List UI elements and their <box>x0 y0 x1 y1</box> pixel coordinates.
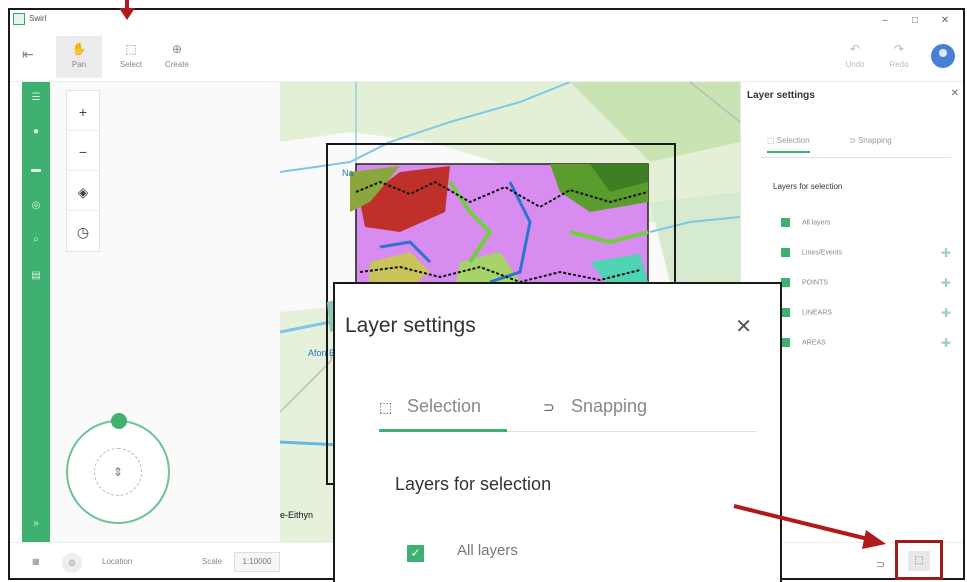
compass-north-handle[interactable] <box>111 413 127 429</box>
callout-tab-selection-label: Selection <box>407 396 482 416</box>
callout-layer-label: All layers <box>457 542 518 559</box>
layer-row-linears[interactable]: LINEARS <box>781 308 832 317</box>
title-bar: Swirl – □ ✕ <box>10 10 963 32</box>
selection-icon: ⬚ <box>379 399 393 415</box>
vehicle-icon[interactable]: ▬ <box>22 164 50 175</box>
layer-add-icon[interactable]: ✚ <box>941 306 951 320</box>
app-logo-icon <box>13 13 25 25</box>
callout-tab-snapping-label: Snapping <box>571 396 648 416</box>
scale-label: Scale <box>202 557 223 566</box>
minimize-button[interactable]: – <box>871 12 899 30</box>
snapping-toggle-icon[interactable]: ⊃ <box>876 558 885 571</box>
layer-add-icon[interactable]: ✚ <box>941 246 951 260</box>
tab-selection[interactable]: ⬚ Selection <box>767 136 810 153</box>
layer-settings-button-highlight: ⬚ <box>895 540 943 580</box>
layer-row-all[interactable]: All layers <box>781 218 830 227</box>
tab-selection-label: Selection <box>776 136 810 145</box>
undo-icon: ↶ <box>849 42 861 56</box>
layer-label: POINTS <box>802 279 829 287</box>
app-title: Swirl <box>29 14 47 23</box>
layer-label: Lines/Events <box>802 249 843 257</box>
callout-close-icon[interactable]: ✕ <box>735 314 752 339</box>
locate-button[interactable]: ◈ <box>67 173 99 211</box>
history-button[interactable]: ◷ <box>67 213 99 251</box>
compass-icon[interactable]: ⇕ <box>94 448 142 496</box>
checkbox[interactable] <box>781 278 790 287</box>
layer-row-points[interactable]: POINTS <box>781 278 828 287</box>
map-place-label-2: e-Eithyn <box>280 510 314 520</box>
checkbox[interactable] <box>781 308 790 317</box>
select-tool-button[interactable]: ⬚ Select <box>108 36 154 78</box>
panel-title: Layer settings <box>747 90 815 101</box>
redo-icon: ↷ <box>893 42 905 56</box>
pin-icon[interactable]: ● <box>22 126 50 137</box>
layer-label: LINEARS <box>802 309 832 317</box>
map-place-label: Na <box>342 168 354 178</box>
layer-row-lines[interactable]: Lines/Events <box>781 248 842 257</box>
zoom-controls: + − ◈ ◷ <box>66 90 100 252</box>
scale-value[interactable]: 1:10000 <box>234 552 280 572</box>
layer-label: AREAS <box>802 339 826 347</box>
grid-icon[interactable]: ▦ <box>32 557 40 566</box>
layer-add-icon[interactable]: ✚ <box>941 336 951 350</box>
create-icon: ⊕ <box>171 42 183 56</box>
zoom-in-button[interactable]: + <box>67 93 99 131</box>
callout-tab-selection[interactable]: ⬚ Selection <box>379 396 507 432</box>
toolbar: ⇤ ✋ Pan ⬚ Select ⊕ Create ↶ Undo ↷ Redo <box>10 32 963 82</box>
list-icon[interactable]: ▤ <box>22 270 50 281</box>
select-label: Select <box>119 60 143 69</box>
navigation-compass[interactable]: ⇕ <box>66 413 170 524</box>
redo-label: Redo <box>889 60 909 69</box>
select-icon: ⬚ <box>125 42 137 56</box>
panel-subtitle: Layers for selection <box>773 182 843 191</box>
redo-button[interactable]: ↷ Redo <box>876 36 922 78</box>
undo-button[interactable]: ↶ Undo <box>832 36 878 78</box>
left-sidebar: ☰ ● ▬ ◎ ⌕ ▤ » <box>22 82 50 542</box>
callout-tab-snapping[interactable]: ⊃ Snapping <box>543 396 647 417</box>
checkbox[interactable] <box>781 338 790 347</box>
callout-tabs: ⬚ Selection ⊃ Snapping <box>379 388 757 432</box>
panel-tabs: ⬚ Selection ⊃ Snapping <box>761 132 951 158</box>
create-tool-button[interactable]: ⊕ Create <box>154 36 200 78</box>
exit-icon[interactable]: ⇤ <box>22 46 34 63</box>
hand-icon: ✋ <box>71 42 87 56</box>
maximize-button[interactable]: □ <box>901 12 929 30</box>
create-label: Create <box>164 60 189 69</box>
layer-settings-callout: Layer settings ✕ ⬚ Selection ⊃ Snapping La… <box>333 282 782 582</box>
checkbox-checked-icon[interactable]: ✓ <box>407 545 424 562</box>
location-label: Location <box>102 557 133 566</box>
layer-add-icon[interactable]: ✚ <box>941 276 951 290</box>
undo-label: Undo <box>845 60 865 69</box>
panel-close-icon[interactable]: ✕ <box>951 88 959 99</box>
snapping-icon: ⊃ <box>543 399 555 415</box>
callout-subtitle: Layers for selection <box>395 474 552 494</box>
zoom-out-button[interactable]: − <box>67 133 99 171</box>
checkbox[interactable] <box>781 248 790 257</box>
gps-icon[interactable]: ◎ <box>62 553 82 573</box>
collapse-icon[interactable]: » <box>22 518 50 529</box>
tab-snapping[interactable]: ⊃ Snapping <box>849 136 892 145</box>
avatar[interactable] <box>931 44 955 68</box>
pan-label: Pan <box>71 60 87 69</box>
layer-row-areas[interactable]: AREAS <box>781 338 826 347</box>
checkbox[interactable] <box>781 218 790 227</box>
layer-label: All layers <box>802 219 831 227</box>
layers-icon[interactable]: ◎ <box>22 200 50 211</box>
search-icon[interactable]: ⌕ <box>22 234 50 245</box>
layer-settings-button[interactable]: ⬚ <box>908 551 930 571</box>
tab-snapping-label: Snapping <box>857 136 892 145</box>
pan-tool-button[interactable]: ✋ Pan <box>56 36 102 78</box>
map-river-label: Afon E <box>308 348 336 358</box>
callout-title: Layer settings <box>345 314 476 337</box>
close-window-button[interactable]: ✕ <box>931 12 959 30</box>
menu-icon[interactable]: ☰ <box>22 92 50 103</box>
